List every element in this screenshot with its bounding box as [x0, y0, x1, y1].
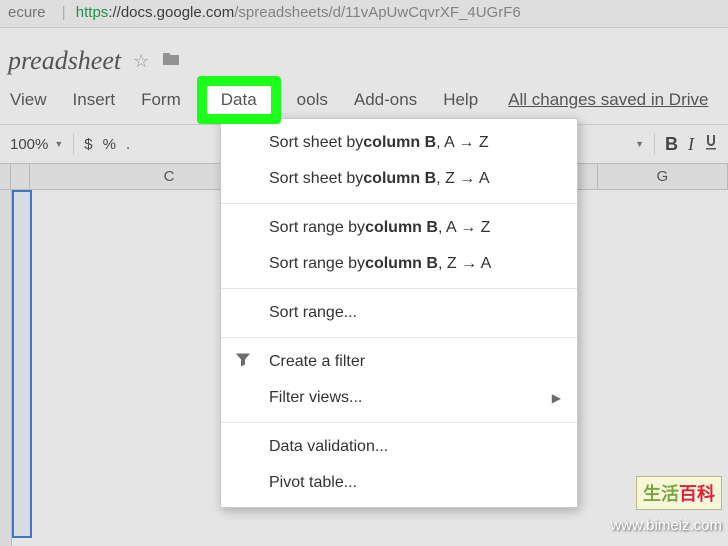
format-currency-button[interactable]: $ [84, 136, 92, 153]
label: Pivot table... [269, 474, 357, 492]
label: Filter views... [269, 389, 362, 407]
menu-separator [221, 288, 577, 289]
label: Create a filter [269, 353, 365, 371]
label-part: Sort range by [269, 255, 365, 273]
column-header-g[interactable]: G [598, 164, 728, 189]
label-part: , A → Z [438, 219, 490, 237]
star-icon[interactable]: ☆ [133, 51, 149, 72]
label: Sort range... [269, 304, 357, 322]
document-header: preadsheet ☆ [0, 28, 728, 80]
folder-icon[interactable] [161, 51, 181, 72]
address-divider: | [62, 4, 66, 21]
watermark-url: www.bimeiz.com [610, 517, 722, 534]
italic-button[interactable]: I [688, 134, 694, 155]
menu-tools[interactable]: ools [297, 90, 328, 110]
menu-create-filter[interactable]: Create a filter [221, 344, 577, 380]
corner-cell[interactable] [0, 164, 11, 189]
label-bold: column B [363, 134, 436, 152]
label-part: Sort sheet by [269, 134, 363, 152]
watermark-badge: 生活百科 [636, 476, 722, 510]
menu-help[interactable]: Help [443, 90, 478, 110]
menu-sort-range-za[interactable]: Sort range by column B, Z → A [221, 246, 577, 282]
menu-sort-range[interactable]: Sort range... [221, 295, 577, 331]
menu-insert[interactable]: Insert [73, 90, 116, 110]
watermark-text: 百科 [679, 484, 715, 504]
label-bold: column B [363, 170, 436, 188]
zoom-control[interactable]: 100% ▼ [10, 136, 63, 153]
format-percent-button[interactable]: % [103, 136, 116, 153]
underline-button[interactable] [704, 134, 718, 155]
label-part: , A → Z [436, 134, 488, 152]
menu-pivot-table[interactable]: Pivot table... [221, 465, 577, 501]
label-bold: column B [365, 219, 438, 237]
browser-address-bar[interactable]: ecure | https://docs.google.com/spreadsh… [0, 0, 728, 28]
row-numbers[interactable] [0, 190, 12, 546]
bold-button[interactable]: B [665, 134, 678, 155]
menu-view[interactable]: View [10, 90, 47, 110]
menu-separator [221, 203, 577, 204]
zoom-value: 100% [10, 136, 48, 153]
watermark-text: 生活 [643, 484, 679, 504]
submenu-arrow-icon: ▶ [552, 391, 561, 405]
menu-separator [221, 337, 577, 338]
chevron-down-icon: ▼ [54, 139, 63, 149]
data-menu-dropdown: Sort sheet by column B, A → Z Sort sheet… [220, 118, 578, 508]
menu-data-validation[interactable]: Data validation... [221, 429, 577, 465]
menu-sort-range-az[interactable]: Sort range by column B, A → Z [221, 210, 577, 246]
url-path: /spreadsheets/d/11vApUwCqvrXF_4UGrF6 [234, 4, 521, 21]
label: Data validation... [269, 438, 388, 456]
column-header[interactable] [11, 164, 30, 189]
menu-filter-views[interactable]: Filter views... ▶ [221, 380, 577, 416]
menu-format[interactable]: Form [141, 90, 181, 110]
menu-data[interactable]: Data [207, 86, 271, 114]
menu-separator [221, 422, 577, 423]
label-part: Sort range by [269, 219, 365, 237]
label-bold: column B [365, 255, 438, 273]
menu-sort-sheet-za[interactable]: Sort sheet by column B, Z → A [221, 161, 577, 197]
filter-icon [235, 352, 251, 373]
secure-label: ecure [8, 4, 46, 21]
menu-addons[interactable]: Add-ons [354, 90, 417, 110]
format-decimal-button[interactable]: . [126, 136, 130, 153]
url-host: ://docs.google.com [108, 4, 234, 21]
chevron-down-icon[interactable]: ▼ [635, 139, 644, 149]
save-status[interactable]: All changes saved in Drive [508, 90, 708, 110]
url-scheme: https [76, 4, 109, 21]
label-part: , Z → A [438, 255, 491, 273]
label-part: Sort sheet by [269, 170, 363, 188]
toolbar-separator [654, 133, 655, 155]
label-part: , Z → A [436, 170, 489, 188]
document-title[interactable]: preadsheet [8, 46, 121, 76]
selection-cursor [12, 190, 32, 538]
menu-sort-sheet-az[interactable]: Sort sheet by column B, A → Z [221, 125, 577, 161]
toolbar-separator [73, 133, 74, 155]
